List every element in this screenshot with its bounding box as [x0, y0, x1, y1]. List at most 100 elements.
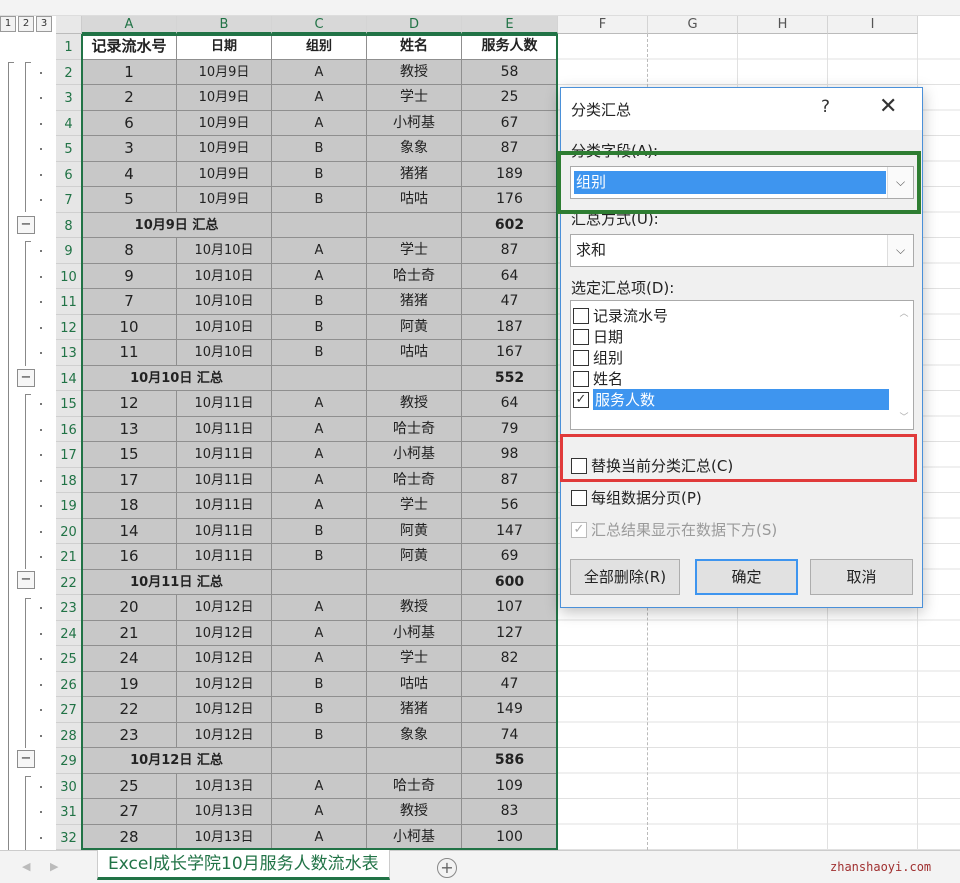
cell-group[interactable]: B — [272, 136, 367, 162]
cell-group[interactable]: A — [272, 442, 367, 468]
cell-group[interactable]: B — [272, 289, 367, 315]
cell-name[interactable]: 阿黄 — [367, 314, 462, 340]
cell-group[interactable]: A — [272, 595, 367, 621]
outline-level-1-button[interactable]: 1 — [0, 16, 16, 32]
row-number[interactable]: 12 — [56, 314, 82, 340]
cell-count[interactable]: 109 — [462, 773, 558, 799]
cell-date[interactable]: 10月12日 — [177, 595, 272, 621]
cell-count[interactable]: 100 — [462, 824, 558, 850]
row-number[interactable]: 23 — [56, 595, 82, 621]
cell-name[interactable]: 哈士奇 — [367, 773, 462, 799]
cell-date[interactable]: 10月11日 — [177, 493, 272, 519]
ok-button[interactable]: 确定 — [695, 559, 798, 595]
row-number[interactable]: 7 — [56, 187, 82, 213]
cell-name[interactable]: 象象 — [367, 136, 462, 162]
cell-count[interactable]: 176 — [462, 187, 558, 213]
cell-name[interactable]: 教授 — [367, 391, 462, 417]
cell-date[interactable]: 10月13日 — [177, 824, 272, 850]
cell-date[interactable]: 10月11日 — [177, 416, 272, 442]
cell-count[interactable]: 56 — [462, 493, 558, 519]
cell-serial[interactable]: 7 — [82, 289, 177, 315]
cell-serial[interactable]: 3 — [82, 136, 177, 162]
cell-group[interactable]: A — [272, 59, 367, 85]
cell-group[interactable]: B — [272, 161, 367, 187]
cell-name[interactable]: 猪猪 — [367, 161, 462, 187]
cell-date[interactable]: 10月12日 — [177, 620, 272, 646]
cell-count[interactable]: 25 — [462, 85, 558, 111]
cell-count[interactable]: 87 — [462, 136, 558, 162]
cell-name[interactable]: 象象 — [367, 722, 462, 748]
cell-serial[interactable]: 15 — [82, 442, 177, 468]
cell-group[interactable]: B — [272, 187, 367, 213]
cell-group[interactable] — [272, 212, 367, 238]
cell-count[interactable]: 602 — [462, 212, 558, 238]
cell-serial[interactable]: 19 — [82, 671, 177, 697]
cell-count[interactable]: 47 — [462, 671, 558, 697]
outline-level-2-button[interactable]: 2 — [18, 16, 34, 32]
header-cell-name[interactable]: 姓名 — [367, 34, 462, 60]
cell-group[interactable]: A — [272, 620, 367, 646]
cell-group[interactable]: A — [272, 773, 367, 799]
cell-count[interactable]: 82 — [462, 646, 558, 672]
cell-serial[interactable]: 18 — [82, 493, 177, 519]
cell-group[interactable]: A — [272, 238, 367, 264]
cell-count[interactable]: 147 — [462, 518, 558, 544]
help-icon[interactable]: ? — [821, 97, 830, 117]
group-field-select[interactable]: 组别 ⌵ — [570, 166, 914, 199]
cell-date[interactable]: 10月12日 — [177, 722, 272, 748]
checkbox[interactable] — [571, 457, 587, 474]
cell-group[interactable]: A — [272, 467, 367, 493]
cell-date[interactable]: 10月11日 汇总 — [82, 569, 272, 595]
cell-count[interactable]: 127 — [462, 620, 558, 646]
row-number[interactable]: 16 — [56, 416, 82, 442]
cell-group[interactable]: B — [272, 722, 367, 748]
summary-item[interactable]: ✓ 服务人数 — [573, 389, 889, 410]
row-number[interactable]: 27 — [56, 697, 82, 723]
cell-serial[interactable]: 23 — [82, 722, 177, 748]
cell-serial[interactable]: 6 — [82, 110, 177, 136]
row-number[interactable]: 22 — [56, 569, 82, 595]
column-header-d[interactable]: D — [367, 16, 462, 34]
cell-serial[interactable]: 17 — [82, 467, 177, 493]
column-header-i[interactable]: I — [828, 16, 918, 34]
cell-group[interactable]: A — [272, 416, 367, 442]
cell-date[interactable]: 10月9日 — [177, 161, 272, 187]
cell-group[interactable] — [272, 365, 367, 391]
row-number[interactable]: 26 — [56, 671, 82, 697]
row-number[interactable]: 1 — [56, 34, 82, 60]
collapse-group-button[interactable]: − — [17, 216, 35, 234]
cell-serial[interactable]: 14 — [82, 518, 177, 544]
list-scrollbar[interactable]: ︿ ﹀ — [896, 302, 912, 428]
checkbox[interactable] — [571, 489, 587, 506]
row-number[interactable]: 32 — [56, 824, 82, 850]
checkbox-checked[interactable]: ✓ — [573, 391, 589, 408]
cell-name[interactable]: 小柯基 — [367, 824, 462, 850]
cell-name[interactable]: 小柯基 — [367, 620, 462, 646]
row-number[interactable]: 14 — [56, 365, 82, 391]
summary-item[interactable]: 组别 — [573, 347, 623, 368]
header-cell-date[interactable]: 日期 — [177, 34, 272, 60]
cell-count[interactable]: 64 — [462, 263, 558, 289]
cell-count[interactable]: 87 — [462, 467, 558, 493]
cell-date[interactable]: 10月11日 — [177, 544, 272, 570]
row-number[interactable]: 21 — [56, 544, 82, 570]
cell-group[interactable]: A — [272, 824, 367, 850]
header-cell-serial[interactable]: 记录流水号 — [82, 34, 177, 60]
chevron-down-icon[interactable]: ⌵ — [887, 167, 913, 198]
cell-serial[interactable]: 20 — [82, 595, 177, 621]
checkbox[interactable] — [573, 349, 589, 366]
outline-level-3-button[interactable]: 3 — [36, 16, 52, 32]
cell-group[interactable] — [272, 748, 367, 774]
cell-date[interactable]: 10月11日 — [177, 442, 272, 468]
cell-count[interactable]: 58 — [462, 59, 558, 85]
cell-name[interactable]: 学士 — [367, 646, 462, 672]
cell-name[interactable]: 哈士奇 — [367, 263, 462, 289]
column-header-f[interactable]: F — [558, 16, 648, 34]
cell-serial[interactable]: 1 — [82, 59, 177, 85]
cell-group[interactable]: A — [272, 646, 367, 672]
cell-count[interactable]: 600 — [462, 569, 558, 595]
column-header-g[interactable]: G — [648, 16, 738, 34]
cell-group[interactable]: A — [272, 263, 367, 289]
summary-item[interactable]: 日期 — [573, 326, 623, 347]
column-header-h[interactable]: H — [738, 16, 828, 34]
